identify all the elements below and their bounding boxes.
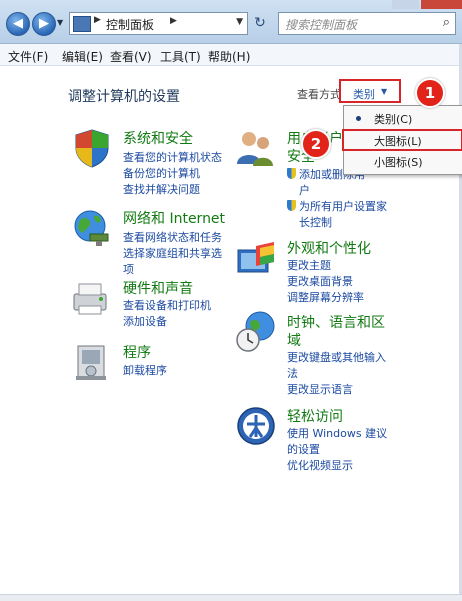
selected-bullet-icon xyxy=(356,116,361,121)
category-link[interactable]: 的设置 xyxy=(287,441,320,457)
category-link[interactable]: 长控制 xyxy=(299,214,332,230)
maximize-window-button[interactable] xyxy=(392,0,419,9)
category-link[interactable]: 使用 Windows 建议 xyxy=(287,425,387,441)
category-title-line2[interactable]: 域 xyxy=(287,330,301,350)
category-system-security: 系统和安全 查看您的计算机状态 备份您的计算机 查找并解决问题 xyxy=(70,126,240,196)
view-by-label: 查看方式 xyxy=(297,88,341,101)
menu-tools[interactable]: 工具(T) xyxy=(160,48,201,65)
menu-file[interactable]: 文件(F) xyxy=(8,48,48,65)
appearance-icon[interactable] xyxy=(234,236,278,280)
chevron-right-icon[interactable]: ▶ xyxy=(170,16,177,26)
navigation-bar: ◀ ▶ ▼ ▶ 控制面板 ▶ ▼ ↻ 搜索控制面板 ⌕ xyxy=(0,0,462,44)
category-link[interactable]: 户 xyxy=(299,182,310,198)
category-title[interactable]: 硬件和声音 xyxy=(123,278,193,298)
category-programs: 程序 卸载程序 xyxy=(70,340,240,386)
category-clock-language-region: 时钟、语言和区 域 更改键盘或其他输入 法 更改显示语言 xyxy=(234,310,434,398)
search-icon[interactable]: ⌕ xyxy=(443,15,450,30)
menu-view[interactable]: 查看(V) xyxy=(110,48,152,65)
category-title[interactable]: 时钟、语言和区 xyxy=(287,312,385,332)
category-link[interactable]: 查看您的计算机状态 xyxy=(123,149,222,165)
programs-icon[interactable] xyxy=(70,340,114,384)
shield-icon xyxy=(287,200,296,211)
category-link-text[interactable]: 为所有用户设置家 xyxy=(299,200,387,213)
search-box[interactable]: 搜索控制面板 ⌕ xyxy=(278,12,456,35)
category-link[interactable]: 更改桌面背景 xyxy=(287,273,353,289)
back-button[interactable]: ◀ xyxy=(6,12,30,36)
ease-of-access-icon[interactable] xyxy=(234,404,278,448)
category-link[interactable]: 备份您的计算机 xyxy=(123,165,200,181)
category-hardware-sound: 硬件和声音 查看设备和打印机 添加设备 xyxy=(70,276,240,332)
menu-item-small-icons[interactable]: 小图标(S) xyxy=(344,151,462,172)
page-title: 调整计算机的设置 xyxy=(68,89,180,105)
category-title[interactable]: 轻松访问 xyxy=(287,406,343,426)
shield-icon xyxy=(287,168,296,179)
category-link[interactable]: 调整屏幕分辨率 xyxy=(287,289,364,305)
refresh-icon[interactable]: ↻ xyxy=(250,13,270,33)
forward-button[interactable]: ▶ xyxy=(32,12,56,36)
category-title[interactable]: 网络和 Internet xyxy=(123,208,225,228)
menu-item-large-icons[interactable]: 大图标(L) xyxy=(342,129,462,151)
address-path-label[interactable]: 控制面板 xyxy=(106,16,154,33)
system-security-icon[interactable] xyxy=(70,126,114,170)
category-appearance: 外观和个性化 更改主题 更改桌面背景 调整屏幕分辨率 xyxy=(234,236,434,305)
close-window-button[interactable] xyxy=(421,0,462,9)
category-title[interactable]: 系统和安全 xyxy=(123,128,193,148)
category-link[interactable]: 选择家庭组和共享选 xyxy=(123,245,222,261)
category-link[interactable]: 法 xyxy=(287,365,298,381)
category-link[interactable]: 查找并解决问题 xyxy=(123,181,200,197)
menu-item-label[interactable]: 大图标(L) xyxy=(374,133,422,149)
chevron-right-icon[interactable]: ▶ xyxy=(94,15,101,25)
step-badge-1: 1 xyxy=(415,78,445,108)
menu-bar: 文件(F) 编辑(E) 查看(V) 工具(T) 帮助(H) xyxy=(0,44,462,66)
category-link[interactable]: 更改显示语言 xyxy=(287,381,353,397)
clock-region-icon[interactable] xyxy=(234,310,278,354)
search-placeholder[interactable]: 搜索控制面板 xyxy=(285,16,357,33)
category-link[interactable]: 更改主题 xyxy=(287,257,331,273)
address-bar[interactable]: ▶ 控制面板 ▶ ▼ xyxy=(69,12,248,35)
menu-item-category[interactable]: 类别(C) xyxy=(344,108,462,129)
category-network: 网络和 Internet 查看网络状态和任务 选择家庭组和共享选 项 xyxy=(70,206,240,276)
category-link[interactable]: 为所有用户设置家 xyxy=(287,198,387,214)
menu-edit[interactable]: 编辑(E) xyxy=(62,48,103,65)
control-panel-icon xyxy=(73,16,91,32)
category-title[interactable]: 程序 xyxy=(123,342,151,362)
menu-item-label[interactable]: 小图标(S) xyxy=(374,154,423,170)
category-link[interactable]: 卸载程序 xyxy=(123,362,167,378)
category-link[interactable]: 查看设备和打印机 xyxy=(123,297,211,313)
view-by-value[interactable]: 类别 xyxy=(353,86,375,102)
recent-pages-dropdown-icon[interactable]: ▼ xyxy=(57,18,63,27)
menu-help[interactable]: 帮助(H) xyxy=(208,48,250,65)
user-accounts-icon[interactable] xyxy=(234,126,278,170)
category-link[interactable]: 项 xyxy=(123,261,134,277)
menu-item-label[interactable]: 类别(C) xyxy=(374,111,412,127)
view-by-menu: 类别(C) 大图标(L) 小图标(S) xyxy=(342,105,462,175)
category-title[interactable]: 外观和个性化 xyxy=(287,238,371,258)
chevron-down-icon[interactable]: ▼ xyxy=(381,87,387,96)
step-badge-2: 2 xyxy=(301,129,331,159)
hardware-sound-icon[interactable] xyxy=(70,276,114,320)
category-link[interactable]: 更改键盘或其他输入 xyxy=(287,349,386,365)
category-link[interactable]: 查看网络状态和任务 xyxy=(123,229,222,245)
category-link[interactable]: 添加设备 xyxy=(123,313,167,329)
category-link[interactable]: 优化视频显示 xyxy=(287,457,353,473)
view-by-dropdown[interactable]: 类别 ▼ xyxy=(339,79,401,103)
address-dropdown-icon[interactable]: ▼ xyxy=(236,17,243,27)
network-icon[interactable] xyxy=(70,206,114,250)
category-ease-of-access: 轻松访问 使用 Windows 建议 的设置 优化视频显示 xyxy=(234,404,434,474)
